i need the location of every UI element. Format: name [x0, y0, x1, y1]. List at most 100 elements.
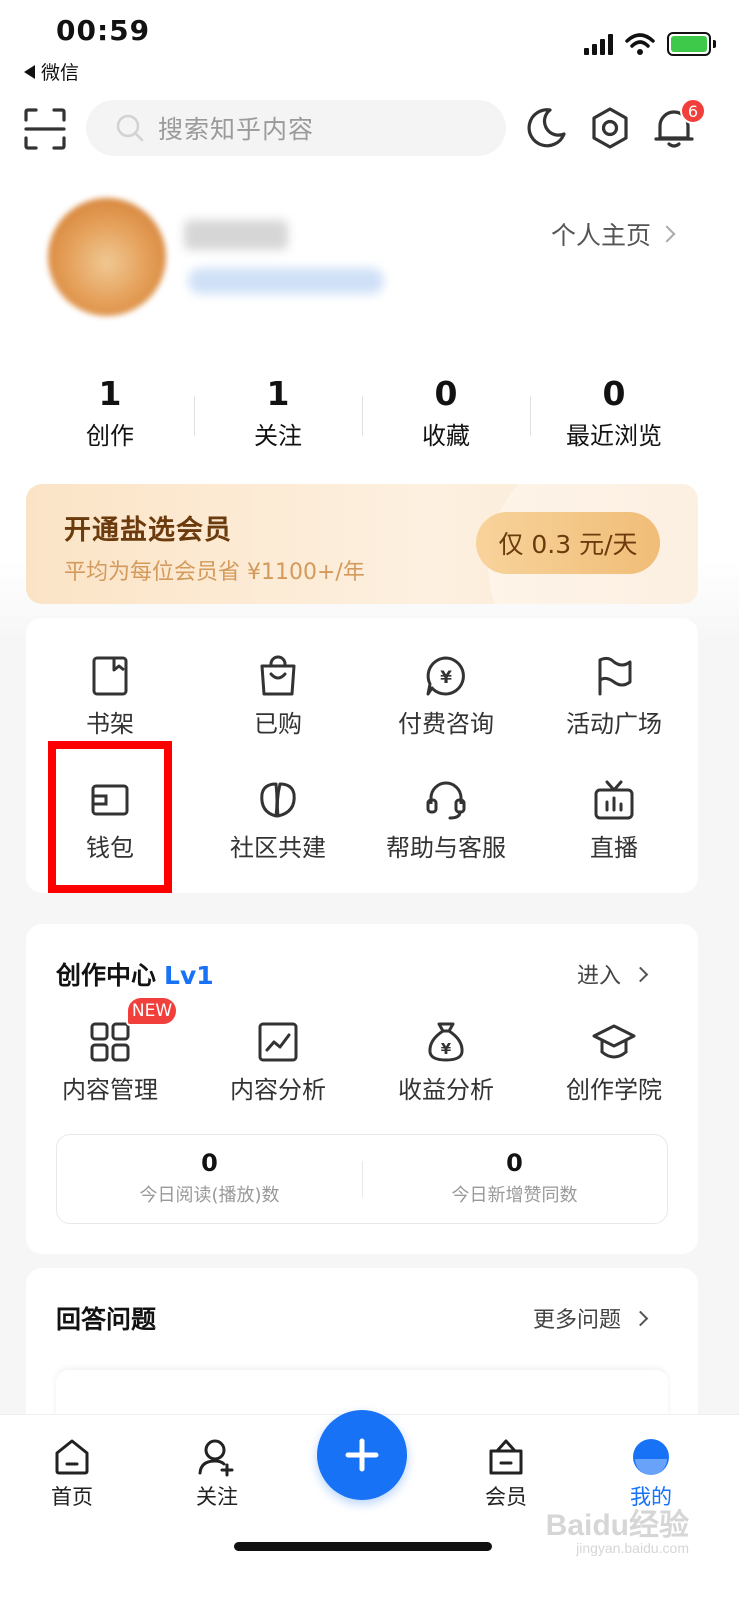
scan-icon[interactable] — [24, 108, 66, 150]
tab-label: 首页 — [51, 1485, 93, 1509]
enter-label: 进入 — [576, 964, 621, 989]
tv-icon — [594, 780, 634, 820]
avatar[interactable] — [48, 198, 166, 316]
dark-mode-moon-icon[interactable] — [524, 106, 568, 150]
creator-tools-row: 内容管理 内容分析 ¥ 收益分析 创作学院 — [26, 1020, 698, 1105]
tab-label: 关注 — [196, 1485, 238, 1509]
notifications-button[interactable]: 6 — [652, 98, 706, 150]
today-likes-value: 0 — [506, 1149, 523, 1177]
me-icon — [633, 1439, 669, 1475]
creator-academy[interactable]: 创作学院 — [530, 1020, 698, 1105]
search-icon — [116, 114, 144, 142]
today-reads[interactable]: 0 今日阅读(播放)数 — [57, 1135, 362, 1223]
vip-membership-banner[interactable]: 开通盐选会员 平均为每位会员省 ¥1100+/年 仅 0.3 元/天 — [26, 484, 698, 604]
creator-center-title: 创作中心 Lv1 — [56, 956, 214, 992]
homepage-link-label: 个人主页 — [550, 221, 651, 250]
service-label: 社区共建 — [230, 834, 326, 862]
chart-icon — [258, 1022, 298, 1062]
service-paid-consult[interactable]: ¥ 付费咨询 — [362, 654, 530, 739]
creator-content-manage[interactable]: 内容管理 — [26, 1020, 194, 1105]
chevron-right-icon — [658, 225, 676, 243]
creator-tool-label: 内容管理 — [62, 1076, 158, 1104]
back-to-wechat[interactable]: 微信 — [24, 58, 79, 85]
vip-price-button[interactable]: 仅 0.3 元/天 — [476, 512, 660, 574]
creator-today-data: 0 今日阅读(播放)数 0 今日新增赞同数 — [56, 1134, 668, 1224]
cellular-signal-icon — [584, 33, 613, 55]
tab-label: 会员 — [485, 1485, 527, 1509]
tab-home[interactable]: 首页 — [22, 1437, 122, 1511]
tab-follow[interactable]: 关注 — [167, 1437, 267, 1511]
stat-recent-views[interactable]: 0 最近浏览 — [530, 374, 698, 451]
answer-questions-title: 回答问题 — [56, 1305, 157, 1334]
status-icons — [584, 32, 716, 56]
creator-tool-label: 收益分析 — [398, 1076, 494, 1104]
baidu-watermark: Baidu经验 jingyan.baidu.com — [546, 1500, 689, 1556]
search-input[interactable]: 搜索知乎内容 — [86, 100, 506, 156]
today-reads-label: 今日阅读(播放)数 — [139, 1185, 280, 1206]
today-likes-label: 今日新增赞同数 — [451, 1185, 578, 1206]
stat-value: 1 — [98, 374, 122, 413]
back-triangle-icon — [24, 64, 35, 79]
paid-consult-icon: ¥ — [426, 656, 465, 696]
stat-value: 1 — [266, 374, 290, 413]
flag-icon — [598, 656, 632, 696]
service-bookshelf[interactable]: 书架 — [26, 654, 194, 739]
app-screen: 00:59 微信 搜索知乎内容 6 个人主页 1 创作 1 关注 0 收藏 0 … — [0, 0, 739, 1600]
status-time: 00:59 — [56, 14, 151, 47]
service-label: 书架 — [86, 710, 134, 738]
more-questions-label: 更多问题 — [532, 1308, 621, 1333]
service-help[interactable]: 帮助与客服 — [362, 778, 530, 863]
home-icon — [55, 1439, 89, 1475]
settings-gear-icon[interactable] — [588, 106, 632, 150]
money-bag-icon: ¥ — [428, 1022, 464, 1062]
headset-icon — [426, 781, 466, 820]
stat-value: 0 — [434, 374, 458, 413]
vip-title: 开通盐选会员 — [64, 515, 232, 546]
wallet-highlight-box — [48, 741, 172, 893]
more-questions-link[interactable]: 更多问题 — [532, 1302, 649, 1334]
search-placeholder: 搜索知乎内容 — [158, 115, 315, 144]
service-label: 直播 — [590, 834, 638, 862]
back-app-label: 微信 — [41, 62, 80, 84]
stat-label: 关注 — [254, 422, 302, 450]
home-indicator[interactable] — [234, 1542, 492, 1551]
stat-label: 最近浏览 — [566, 422, 662, 450]
services-row-1: 书架 已购 ¥ 付费咨询 活动广场 — [26, 654, 698, 739]
watermark-brand: Baidu经验 — [545, 1509, 689, 1542]
stat-creations[interactable]: 1 创作 — [26, 374, 194, 451]
creator-content-analysis[interactable]: 内容分析 — [194, 1020, 362, 1105]
creator-level: Lv1 — [164, 961, 214, 990]
service-label: 活动广场 — [566, 710, 662, 738]
username-blurred — [184, 220, 288, 250]
service-label: 已购 — [254, 710, 302, 738]
creator-center-enter[interactable]: 进入 — [576, 958, 649, 990]
bookshelf-icon — [92, 656, 128, 696]
service-live[interactable]: 直播 — [530, 778, 698, 863]
creator-tool-label: 内容分析 — [230, 1076, 326, 1104]
stat-following[interactable]: 1 关注 — [194, 374, 362, 451]
stat-value: 0 — [602, 374, 626, 413]
service-purchased[interactable]: 已购 — [194, 654, 362, 739]
chevron-right-icon — [632, 966, 649, 982]
follow-icon — [198, 1439, 234, 1477]
plus-icon — [345, 1438, 379, 1472]
vip-subtitle: 平均为每位会员省 ¥1100+/年 — [64, 560, 365, 585]
notification-count-badge: 6 — [680, 98, 706, 124]
creator-income-analysis[interactable]: ¥ 收益分析 — [362, 1020, 530, 1105]
today-likes[interactable]: 0 今日新增赞同数 — [362, 1135, 667, 1223]
wifi-icon — [625, 33, 655, 55]
tab-vip[interactable]: 会员 — [456, 1437, 556, 1511]
personal-homepage-link[interactable]: 个人主页 — [550, 216, 676, 252]
service-community[interactable]: 社区共建 — [194, 778, 362, 863]
svg-text:¥: ¥ — [441, 1040, 452, 1058]
create-plus-button[interactable] — [317, 1410, 407, 1500]
grid-icon — [90, 1022, 130, 1062]
svg-text:¥: ¥ — [440, 668, 452, 688]
leaf-icon — [260, 782, 296, 818]
service-events[interactable]: 活动广场 — [530, 654, 698, 739]
shopping-bag-icon — [260, 655, 296, 696]
watermark-url: jingyan.baidu.com — [576, 1540, 689, 1556]
battery-icon — [667, 32, 716, 56]
stat-favorites[interactable]: 0 收藏 — [362, 374, 530, 451]
new-badge: NEW — [126, 996, 178, 1026]
